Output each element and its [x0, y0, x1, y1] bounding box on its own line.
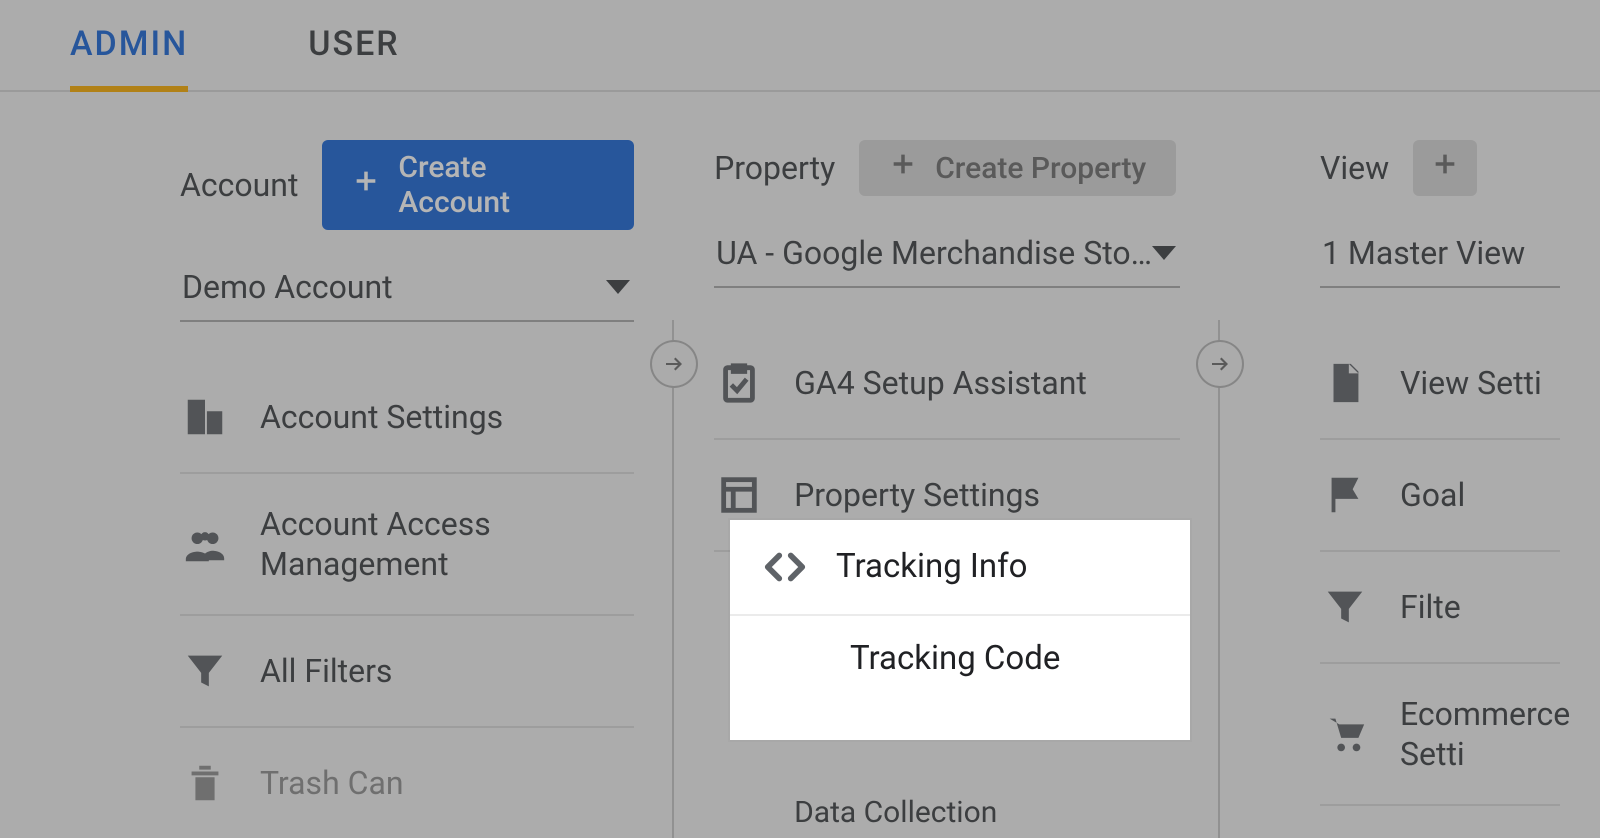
create-account-button[interactable]: Create Account: [322, 140, 634, 230]
layout-icon: [714, 470, 764, 520]
create-property-button[interactable]: Create Property: [859, 140, 1176, 196]
nav-label: Ecommerce Setti: [1400, 694, 1570, 774]
nav-goals[interactable]: Goal: [1320, 440, 1560, 552]
nav-account-access-management[interactable]: Account Access Management: [180, 474, 634, 616]
nav-account-settings[interactable]: Account Settings: [180, 362, 634, 474]
clipboard-check-icon: [714, 358, 764, 408]
cart-icon: [1320, 709, 1370, 759]
nav-label: Account Access Management: [260, 504, 634, 584]
view-column: View 1 Master View View Setti Goal: [1220, 140, 1600, 838]
nav-label: All Filters: [260, 651, 392, 691]
create-property-label: Create Property: [935, 151, 1146, 186]
account-select[interactable]: Demo Account: [180, 260, 634, 322]
collapse-arrow-icon[interactable]: [1196, 340, 1244, 388]
top-tabs: ADMIN USER: [0, 0, 1600, 92]
caret-down-icon: [1152, 246, 1176, 260]
nav-label: View Setti: [1400, 363, 1542, 403]
filter-icon: [1320, 582, 1370, 632]
property-header-label: Property: [714, 149, 835, 187]
nav-label: Trash Can: [260, 763, 404, 803]
nav-label: Property Settings: [794, 475, 1040, 515]
account-header-label: Account: [180, 166, 298, 204]
view-header-label: View: [1320, 149, 1389, 187]
nav-label: Tracking Info: [836, 546, 1027, 587]
spotlight-highlight: Tracking Info Tracking Code: [730, 520, 1190, 740]
view-select-value: 1 Master View: [1322, 234, 1525, 272]
nav-label: Data Collection: [794, 794, 997, 832]
buildings-icon: [180, 392, 230, 442]
nav-label: Tracking Code: [850, 638, 1060, 679]
tab-admin[interactable]: ADMIN: [70, 24, 188, 92]
plus-icon: [1431, 150, 1459, 186]
nav-ga4-setup-assistant[interactable]: GA4 Setup Assistant: [714, 328, 1180, 440]
nav-ecommerce-settings[interactable]: Ecommerce Setti: [1320, 664, 1560, 806]
nav-filters[interactable]: Filte: [1320, 552, 1560, 664]
trash-icon: [180, 758, 230, 808]
page-icon: [1320, 358, 1370, 408]
account-select-value: Demo Account: [182, 268, 393, 306]
plus-icon: [889, 150, 917, 186]
view-select[interactable]: 1 Master View: [1320, 226, 1560, 288]
create-account-label: Create Account: [398, 150, 604, 220]
nav-view-settings[interactable]: View Setti: [1320, 328, 1560, 440]
caret-down-icon: [606, 280, 630, 294]
create-view-button[interactable]: [1413, 140, 1477, 196]
nav-tracking-code[interactable]: Tracking Code: [730, 616, 1190, 701]
nav-all-filters[interactable]: All Filters: [180, 616, 634, 728]
code-icon: [760, 542, 810, 592]
nav-label: Goal: [1400, 475, 1465, 515]
account-column: Account Create Account Demo Account Acco…: [0, 140, 674, 838]
nav-trash-can[interactable]: Trash Can: [180, 728, 634, 838]
nav-label: Filte: [1400, 587, 1461, 627]
collapse-arrow-icon[interactable]: [650, 340, 698, 388]
nav-data-collection[interactable]: Data Collection: [714, 764, 1180, 838]
nav-tracking-info[interactable]: Tracking Info: [730, 520, 1190, 616]
nav-label: Account Settings: [260, 397, 503, 437]
people-icon: [180, 519, 230, 569]
property-select-value: UA - Google Merchandise Sto…: [716, 234, 1152, 272]
flag-icon: [1320, 470, 1370, 520]
tab-user[interactable]: USER: [308, 24, 399, 90]
plus-icon: [352, 167, 380, 203]
nav-label: GA4 Setup Assistant: [794, 363, 1087, 403]
filter-icon: [180, 646, 230, 696]
property-select[interactable]: UA - Google Merchandise Sto…: [714, 226, 1180, 288]
